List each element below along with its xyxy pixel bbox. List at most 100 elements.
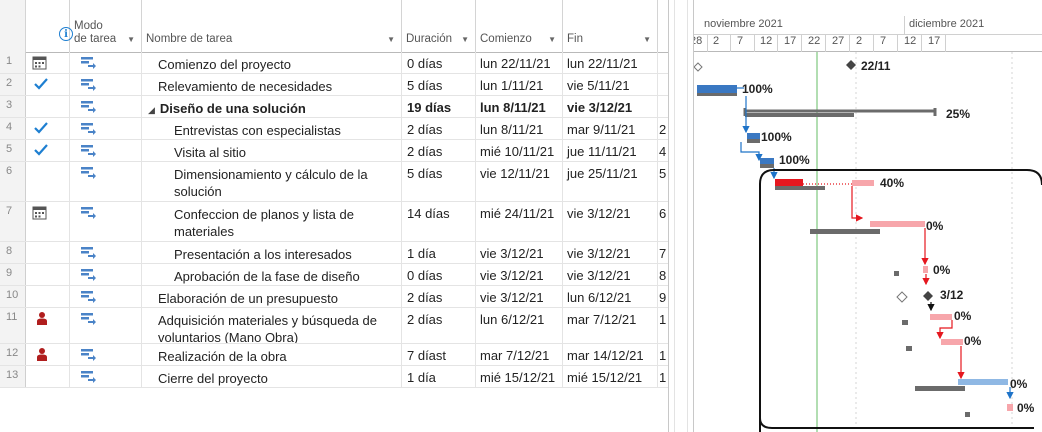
row-id[interactable]: 9 — [0, 264, 26, 285]
table-row[interactable]: 6 Dimensionamiento y cálculo de la soluci… — [0, 162, 668, 202]
duration-cell[interactable]: 0 días — [402, 52, 476, 73]
chevron-down-icon[interactable]: ▼ — [387, 35, 395, 44]
predecessor-cell[interactable]: 8 — [658, 264, 668, 285]
duration-cell[interactable]: 19 días — [402, 96, 476, 117]
end-cell[interactable]: vie 3/12/21 — [563, 202, 658, 241]
task-name-cell[interactable]: Dimensionamiento y cálculo de la solució… — [142, 162, 402, 201]
task-name-cell[interactable]: Elaboración de un presupuesto — [142, 286, 402, 307]
end-cell[interactable]: mar 9/11/21 — [563, 118, 658, 139]
duration-cell[interactable]: 1 día — [402, 366, 476, 387]
predecessor-cell[interactable] — [658, 52, 668, 73]
table-row[interactable]: 12 Realización de la obra 7 díast mar 7/12/… — [0, 344, 668, 366]
start-cell[interactable]: lun 6/12/21 — [476, 308, 563, 343]
task-mode-cell[interactable] — [70, 74, 142, 95]
start-cell[interactable]: lun 22/11/21 — [476, 52, 563, 73]
end-cell[interactable]: mar 14/12/21 — [563, 344, 658, 365]
start-cell[interactable]: mié 10/11/21 — [476, 140, 563, 161]
end-cell[interactable]: vie 5/11/21 — [563, 74, 658, 95]
row-id[interactable]: 12 — [0, 344, 26, 365]
predecessor-cell[interactable]: 2 — [658, 118, 668, 139]
task-bar-13[interactable] — [1007, 404, 1013, 411]
end-cell[interactable]: lun 6/12/21 — [563, 286, 658, 307]
task-mode-cell[interactable] — [70, 242, 142, 263]
end-cell[interactable]: jue 25/11/21 — [563, 162, 658, 201]
start-cell[interactable]: mar 7/12/21 — [476, 344, 563, 365]
table-row[interactable]: 5 Visita al sitio 2 días mié 10/11/21 jue 11… — [0, 140, 668, 162]
end-cell[interactable]: mié 15/12/21 — [563, 366, 658, 387]
task-name-cell[interactable]: Adquisición materiales y búsqueda de vol… — [142, 308, 402, 343]
row-id[interactable]: 3 — [0, 96, 26, 117]
predecessor-cell[interactable]: 4 — [658, 140, 668, 161]
task-name-cell[interactable]: ◢ Diseño de una solución — [142, 96, 402, 117]
duration-cell[interactable]: 1 día — [402, 242, 476, 263]
row-id[interactable]: 1 — [0, 52, 26, 73]
start-cell[interactable]: mié 24/11/21 — [476, 202, 563, 241]
task-name-cell[interactable]: Comienzo del proyecto — [142, 52, 402, 73]
task-mode-cell[interactable] — [70, 202, 142, 241]
table-row[interactable]: 13 Cierre del proyecto 1 día mié 15/12/21 mi… — [0, 366, 668, 388]
duration-column-header[interactable]: Duración ▼ — [402, 0, 476, 52]
start-cell[interactable]: lun 1/11/21 — [476, 74, 563, 95]
start-column-header[interactable]: Comienzo ▼ — [476, 0, 563, 52]
task-bar-11[interactable] — [941, 339, 963, 345]
duration-cell[interactable]: 5 días — [402, 162, 476, 201]
indicators-column-header[interactable]: i — [26, 0, 73, 52]
predecessors-column-header[interactable] — [658, 0, 668, 52]
end-cell[interactable]: lun 22/11/21 — [563, 52, 658, 73]
start-cell[interactable]: mié 15/12/21 — [476, 366, 563, 387]
task-bar-8[interactable] — [923, 266, 928, 273]
select-all-corner[interactable] — [0, 0, 26, 52]
duration-cell[interactable]: 14 días — [402, 202, 476, 241]
end-column-header[interactable]: Fin ▼ — [563, 0, 658, 52]
table-row[interactable]: 7 Confeccion de planos y lista de materia… — [0, 202, 668, 242]
start-cell[interactable]: vie 3/12/21 — [476, 286, 563, 307]
chevron-down-icon[interactable]: ▼ — [461, 35, 469, 44]
duration-cell[interactable]: 2 días — [402, 140, 476, 161]
task-name-cell[interactable]: Confeccion de planos y lista de material… — [142, 202, 402, 241]
task-bar-7[interactable] — [870, 221, 925, 227]
duration-cell[interactable]: 2 días — [402, 286, 476, 307]
task-name-cell[interactable]: Realización de la obra — [142, 344, 402, 365]
task-name-cell[interactable]: Visita al sitio — [142, 140, 402, 161]
task-bar-6-remaining[interactable] — [852, 180, 874, 186]
task-name-cell[interactable]: Aprobación de la fase de diseño — [142, 264, 402, 285]
start-cell[interactable]: vie 12/11/21 — [476, 162, 563, 201]
table-row[interactable]: 8 Presentación a los interesados 1 día vie … — [0, 242, 668, 264]
row-id[interactable]: 10 — [0, 286, 26, 307]
chevron-down-icon[interactable]: ▼ — [548, 35, 556, 44]
task-mode-cell[interactable] — [70, 118, 142, 139]
duration-cell[interactable]: 7 díast — [402, 344, 476, 365]
end-cell[interactable]: vie 3/12/21 — [563, 242, 658, 263]
task-name-cell[interactable]: Presentación a los interesados — [142, 242, 402, 263]
task-mode-cell[interactable] — [70, 344, 142, 365]
row-id[interactable]: 4 — [0, 118, 26, 139]
row-id[interactable]: 11 — [0, 308, 26, 343]
collapse-triangle-icon[interactable]: ◢ — [148, 105, 155, 115]
table-row[interactable]: 1 Comienzo del proyecto 0 días lun 22/11/21… — [0, 52, 668, 74]
predecessor-cell[interactable]: 6 — [658, 202, 668, 241]
table-row[interactable]: 2 Relevamiento de necesidades 5 días lun 1/… — [0, 74, 668, 96]
milestone-1[interactable] — [846, 60, 856, 70]
duration-cell[interactable]: 2 días — [402, 118, 476, 139]
task-name-cell[interactable]: Cierre del proyecto — [142, 366, 402, 387]
end-cell[interactable]: vie 3/12/21 — [563, 96, 658, 117]
table-row[interactable]: 10 Elaboración de un presupuesto 2 días vie… — [0, 286, 668, 308]
task-mode-cell[interactable] — [70, 286, 142, 307]
task-bar-10[interactable] — [930, 314, 952, 320]
table-row[interactable]: 9 Aprobación de la fase de diseño 0 días vi… — [0, 264, 668, 286]
row-id[interactable]: 6 — [0, 162, 26, 201]
milestone-9[interactable] — [923, 291, 933, 301]
start-cell[interactable]: lun 8/11/21 — [476, 118, 563, 139]
task-bar-2[interactable] — [697, 85, 737, 93]
duration-cell[interactable]: 2 días — [402, 308, 476, 343]
row-id[interactable]: 13 — [0, 366, 26, 387]
predecessor-cell[interactable]: 5 — [658, 162, 668, 201]
predecessor-cell[interactable] — [658, 74, 668, 95]
task-mode-cell[interactable] — [70, 96, 142, 117]
end-cell[interactable]: jue 11/11/21 — [563, 140, 658, 161]
task-bar-12[interactable] — [958, 379, 1008, 385]
row-id[interactable]: 2 — [0, 74, 26, 95]
chevron-down-icon[interactable]: ▼ — [643, 35, 651, 44]
table-row[interactable]: 3 ◢ Diseño de una solución 19 días lun 8/11/… — [0, 96, 668, 118]
table-row[interactable]: 4 Entrevistas con especialistas 2 días lun … — [0, 118, 668, 140]
